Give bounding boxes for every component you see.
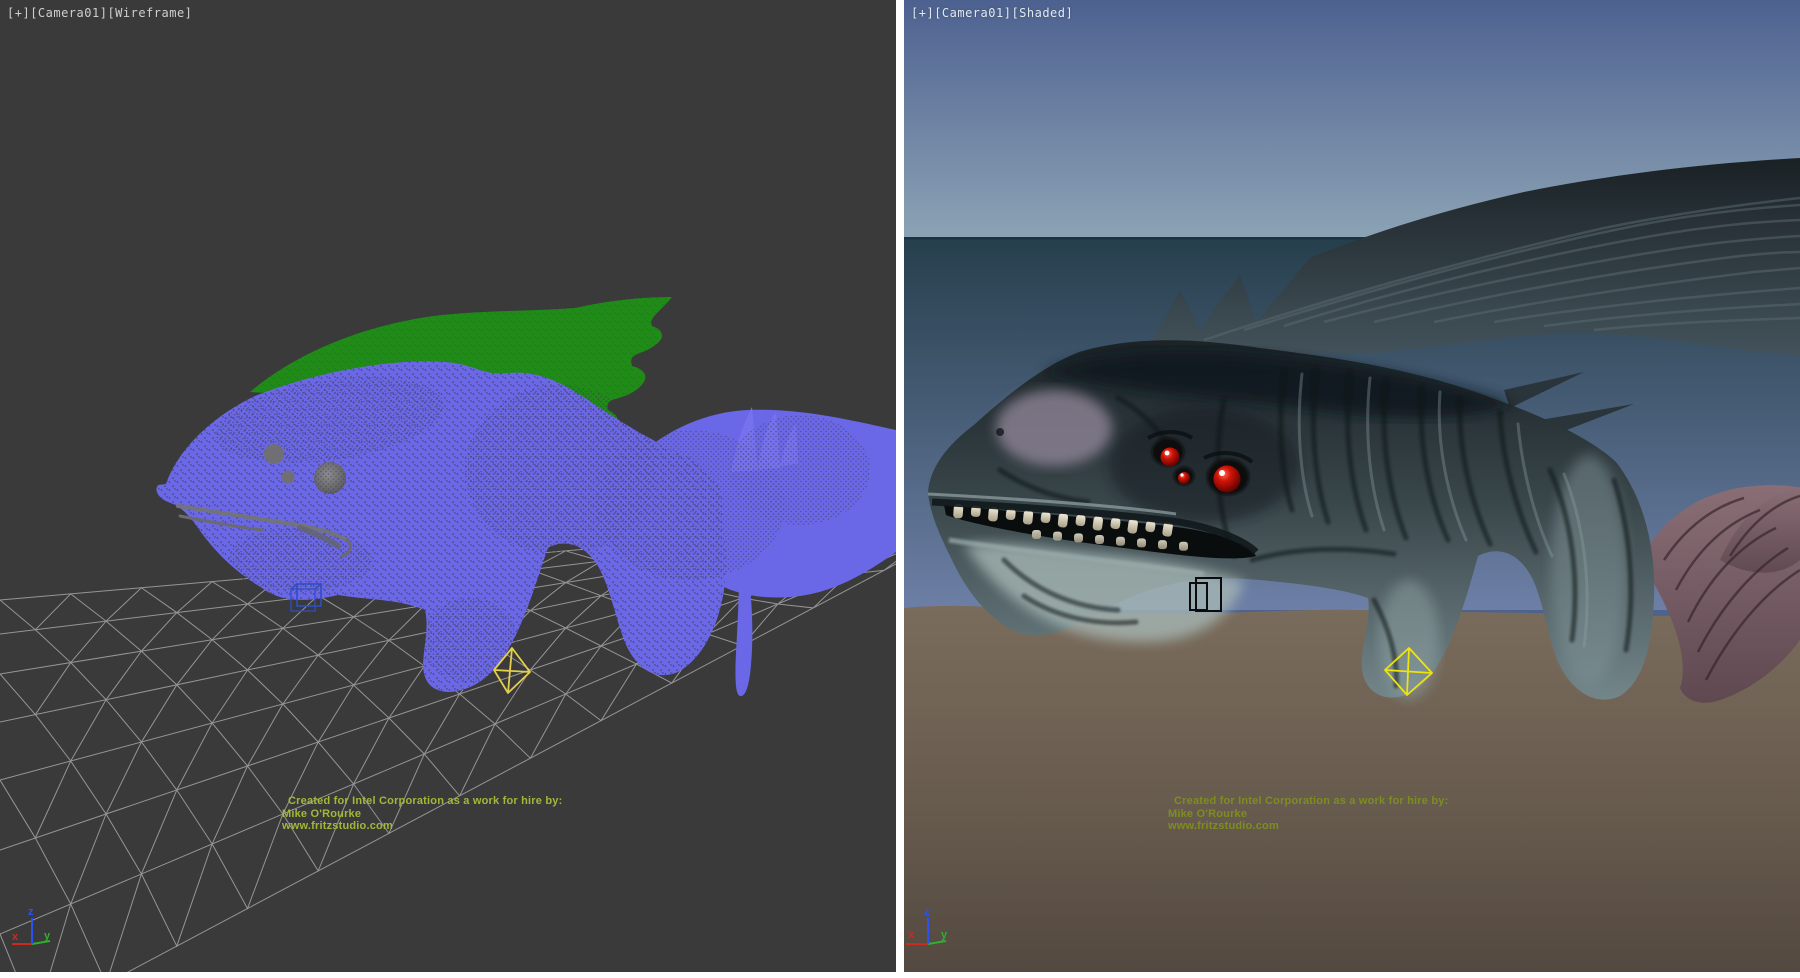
x-axis-label: x — [12, 931, 19, 943]
watermark-line2: Mike O'Rourke — [1168, 808, 1448, 821]
copyright-watermark: Created for Intel Corporation as a work … — [282, 795, 562, 833]
pov-menu[interactable]: [+] — [7, 6, 30, 20]
eye-small — [1161, 448, 1180, 467]
watermark-line1: Created for Intel Corporation as a work … — [1168, 795, 1448, 808]
eye-region-shadow — [1109, 407, 1299, 523]
nostril — [996, 428, 1004, 436]
watermark-line3: www.fritzstudio.com — [282, 820, 562, 833]
dual-viewport-window: [+][Camera01][Wireframe] — [0, 0, 1800, 978]
right-viewport[interactable]: [+][Camera01][Shaded] — [904, 0, 1800, 972]
shading-menu[interactable]: [Wireframe] — [107, 6, 192, 20]
camera-menu[interactable]: [Camera01] — [934, 6, 1011, 20]
x-axis-label: x — [908, 929, 915, 941]
ground — [904, 606, 1800, 972]
viewport-label-left: [+][Camera01][Wireframe] — [7, 6, 192, 20]
copyright-watermark: Created for Intel Corporation as a work … — [1168, 795, 1448, 833]
watermark-line3: www.fritzstudio.com — [1168, 820, 1448, 833]
y-axis-label: y — [44, 930, 51, 942]
viewport-label-right: [+][Camera01][Shaded] — [911, 6, 1073, 20]
z-axis-label: z — [924, 906, 930, 918]
camera-menu[interactable]: [Camera01] — [30, 6, 107, 20]
z-axis-label: z — [28, 906, 34, 918]
forehead-highlight — [996, 390, 1112, 466]
pov-menu[interactable]: [+] — [911, 6, 934, 20]
eye-tiny — [1178, 472, 1190, 484]
shading-menu[interactable]: [Shaded] — [1011, 6, 1073, 20]
watermark-line1: Created for Intel Corporation as a work … — [282, 795, 562, 808]
eye-large — [1214, 466, 1241, 493]
limb-sheen — [1379, 580, 1439, 700]
watermark-line2: Mike O'Rourke — [282, 808, 562, 821]
left-viewport[interactable]: [+][Camera01][Wireframe] — [0, 0, 896, 972]
y-axis-label: y — [941, 929, 948, 941]
